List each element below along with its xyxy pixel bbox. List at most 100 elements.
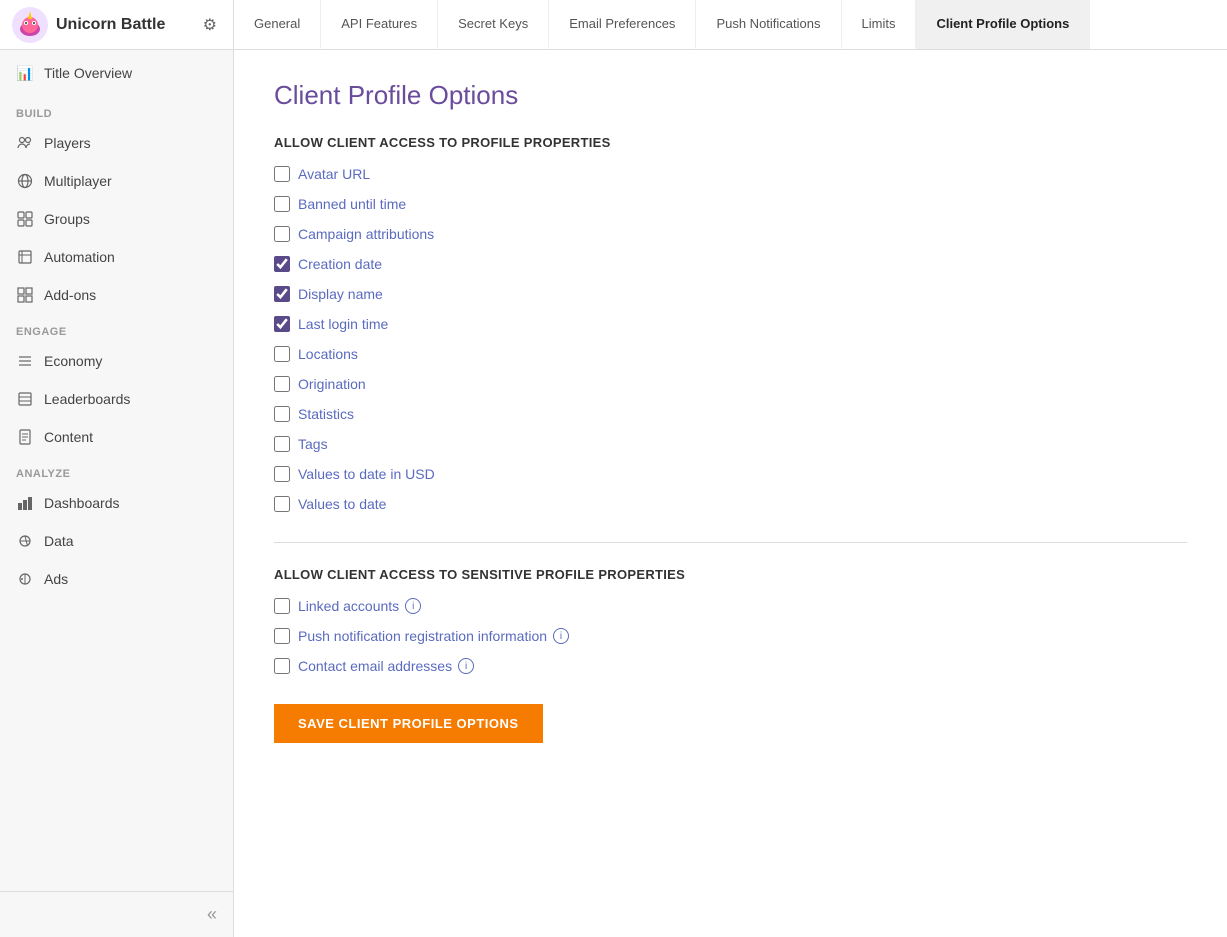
- push-notification-reg-info-icon[interactable]: i: [553, 628, 569, 644]
- checkbox-display-name-input[interactable]: [274, 286, 290, 302]
- checkbox-creation-date[interactable]: Creation date: [274, 256, 1187, 272]
- checkbox-values-to-date-label: Values to date: [298, 496, 386, 512]
- sidebar-item-title-overview[interactable]: 📊 Title Overview: [0, 50, 233, 96]
- sidebar-item-leaderboards[interactable]: Leaderboards: [0, 380, 233, 418]
- tab-api-features[interactable]: API Features: [321, 0, 438, 49]
- checkbox-last-login-time[interactable]: Last login time: [274, 316, 1187, 332]
- checkbox-locations-label: Locations: [298, 346, 358, 362]
- checkbox-values-to-date[interactable]: Values to date: [274, 496, 1187, 512]
- checkbox-values-to-date-usd-input[interactable]: [274, 466, 290, 482]
- sidebar-item-players[interactable]: Players: [0, 124, 233, 162]
- checkbox-statistics[interactable]: Statistics: [274, 406, 1187, 422]
- groups-icon: [16, 210, 34, 228]
- sidebar-item-economy[interactable]: Economy: [0, 342, 233, 380]
- checkbox-campaign-attributions-label: Campaign attributions: [298, 226, 434, 242]
- contact-email-info-icon[interactable]: i: [458, 658, 474, 674]
- tab-limits[interactable]: Limits: [842, 0, 917, 49]
- checkbox-locations[interactable]: Locations: [274, 346, 1187, 362]
- app-logo-icon: [12, 7, 48, 43]
- checkbox-last-login-time-label: Last login time: [298, 316, 388, 332]
- tab-push-notifications[interactable]: Push Notifications: [696, 0, 841, 49]
- checkbox-values-to-date-usd-label: Values to date in USD: [298, 466, 435, 482]
- addons-icon: [16, 286, 34, 304]
- section-divider: [274, 542, 1187, 543]
- checkbox-push-notification-reg-input[interactable]: [274, 628, 290, 644]
- checkbox-values-to-date-input[interactable]: [274, 496, 290, 512]
- checkbox-banned-until-time-label: Banned until time: [298, 196, 406, 212]
- checkbox-banned-until-time-input[interactable]: [274, 196, 290, 212]
- checkbox-avatar-url-label: Avatar URL: [298, 166, 370, 182]
- sidebar-automation-label: Automation: [44, 249, 115, 265]
- checkbox-linked-accounts-input[interactable]: [274, 598, 290, 614]
- content-icon: [16, 428, 34, 446]
- content-area: Client Profile Options ALLOW CLIENT ACCE…: [234, 50, 1227, 937]
- checkbox-origination-input[interactable]: [274, 376, 290, 392]
- sidebar-multiplayer-label: Multiplayer: [44, 173, 112, 189]
- data-icon: [16, 532, 34, 550]
- sidebar-item-multiplayer[interactable]: Multiplayer: [0, 162, 233, 200]
- sidebar-addons-label: Add-ons: [44, 287, 96, 303]
- checkbox-values-to-date-usd[interactable]: Values to date in USD: [274, 466, 1187, 482]
- dashboards-icon: [16, 494, 34, 512]
- multiplayer-icon: [16, 172, 34, 190]
- ads-icon: [16, 570, 34, 588]
- tab-email-preferences[interactable]: Email Preferences: [549, 0, 696, 49]
- sidebar-economy-label: Economy: [44, 353, 102, 369]
- sidebar-section-build: BUILD: [0, 96, 233, 124]
- sidebar-content-label: Content: [44, 429, 93, 445]
- sidebar-players-label: Players: [44, 135, 91, 151]
- checkbox-campaign-attributions[interactable]: Campaign attributions: [274, 226, 1187, 242]
- settings-button[interactable]: ⚙: [199, 11, 221, 39]
- page-title: Client Profile Options: [274, 80, 1187, 111]
- sidebar-item-groups[interactable]: Groups: [0, 200, 233, 238]
- checkbox-statistics-label: Statistics: [298, 406, 354, 422]
- checkbox-tags-label: Tags: [298, 436, 328, 452]
- sidebar-groups-label: Groups: [44, 211, 90, 227]
- sidebar-item-automation[interactable]: Automation: [0, 238, 233, 276]
- leaderboards-icon: [16, 390, 34, 408]
- sidebar-item-data[interactable]: Data: [0, 522, 233, 560]
- sidebar-collapse-button[interactable]: «: [0, 891, 233, 937]
- checkbox-statistics-input[interactable]: [274, 406, 290, 422]
- checkbox-contact-email-label: Contact email addresses i: [298, 658, 474, 674]
- checkbox-contact-email[interactable]: Contact email addresses i: [274, 658, 1187, 674]
- checkbox-avatar-url[interactable]: Avatar URL: [274, 166, 1187, 182]
- app-logo: Unicorn Battle ⚙: [0, 0, 234, 49]
- profile-properties-list: Avatar URL Banned until time Campaign at…: [274, 166, 1187, 512]
- checkbox-push-notification-reg-label: Push notification registration informati…: [298, 628, 569, 644]
- checkbox-creation-date-input[interactable]: [274, 256, 290, 272]
- sidebar-section-analyze: ANALYZE: [0, 456, 233, 484]
- checkbox-contact-email-input[interactable]: [274, 658, 290, 674]
- checkbox-display-name-label: Display name: [298, 286, 383, 302]
- checkbox-tags[interactable]: Tags: [274, 436, 1187, 452]
- top-nav: Unicorn Battle ⚙ General API Features Se…: [0, 0, 1227, 50]
- checkbox-creation-date-label: Creation date: [298, 256, 382, 272]
- save-button[interactable]: SAVE CLIENT PROFILE OPTIONS: [274, 704, 543, 743]
- checkbox-display-name[interactable]: Display name: [274, 286, 1187, 302]
- linked-accounts-info-icon[interactable]: i: [405, 598, 421, 614]
- checkbox-tags-input[interactable]: [274, 436, 290, 452]
- tab-secret-keys[interactable]: Secret Keys: [438, 0, 549, 49]
- sidebar-title-overview-label: Title Overview: [44, 65, 132, 81]
- sidebar-item-content[interactable]: Content: [0, 418, 233, 456]
- tab-client-profile-options[interactable]: Client Profile Options: [916, 0, 1090, 49]
- sidebar-item-dashboards[interactable]: Dashboards: [0, 484, 233, 522]
- sidebar-dashboards-label: Dashboards: [44, 495, 120, 511]
- checkbox-last-login-time-input[interactable]: [274, 316, 290, 332]
- checkbox-push-notification-reg[interactable]: Push notification registration informati…: [274, 628, 1187, 644]
- sidebar-item-ads[interactable]: Ads: [0, 560, 233, 598]
- checkbox-banned-until-time[interactable]: Banned until time: [274, 196, 1187, 212]
- checkbox-origination[interactable]: Origination: [274, 376, 1187, 392]
- tab-general[interactable]: General: [234, 0, 321, 49]
- checkbox-locations-input[interactable]: [274, 346, 290, 362]
- sensitive-properties-list: Linked accounts i Push notification regi…: [274, 598, 1187, 674]
- title-overview-icon: 📊: [16, 64, 34, 82]
- main-layout: 📊 Title Overview BUILD Players Multiplay…: [0, 50, 1227, 937]
- sidebar-leaderboards-label: Leaderboards: [44, 391, 130, 407]
- checkbox-linked-accounts[interactable]: Linked accounts i: [274, 598, 1187, 614]
- sidebar-item-addons[interactable]: Add-ons: [0, 276, 233, 314]
- checkbox-avatar-url-input[interactable]: [274, 166, 290, 182]
- checkbox-campaign-attributions-input[interactable]: [274, 226, 290, 242]
- automation-icon: [16, 248, 34, 266]
- sidebar-data-label: Data: [44, 533, 74, 549]
